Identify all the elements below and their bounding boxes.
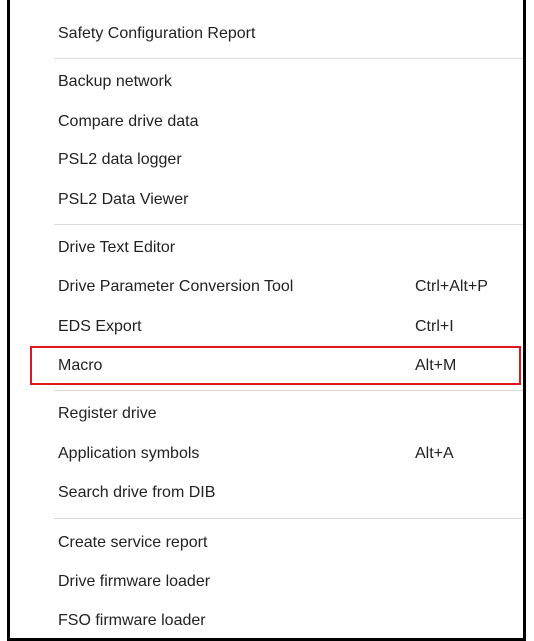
menu-item-shortcut: Ctrl+I <box>415 318 454 335</box>
menu-item-drive-parameter-conversion-tool[interactable]: Drive Parameter Conversion Tool Ctrl+Alt… <box>10 268 523 306</box>
menu-item-psl2-data-viewer[interactable]: PSL2 Data Viewer <box>10 181 523 219</box>
menu-item-label: Register drive <box>58 405 157 422</box>
menu-item-compare-drive-data[interactable]: Compare drive data <box>10 103 523 141</box>
menu-item-label: Safety Configuration Report <box>58 25 256 42</box>
menu-item-label: Compare drive data <box>58 113 199 130</box>
menu-separator <box>54 224 523 225</box>
menu-item-fso-firmware-loader[interactable]: FSO firmware loader <box>10 602 523 638</box>
menu-item-application-symbols[interactable]: Application symbols Alt+A <box>10 435 523 473</box>
menu-separator <box>54 390 523 391</box>
menu-item-drive-text-editor[interactable]: Drive Text Editor <box>10 229 523 267</box>
menu-item-safety-configuration-report[interactable]: Safety Configuration Report <box>10 15 523 53</box>
tools-context-menu: Safety Configuration Report Backup netwo… <box>7 0 526 641</box>
menu-item-label: Macro <box>58 357 103 374</box>
menu-item-psl2-data-logger[interactable]: PSL2 data logger <box>10 141 523 179</box>
menu-item-label: Drive Text Editor <box>58 239 176 256</box>
menu-item-label: PSL2 Data Viewer <box>58 191 189 208</box>
menu-item-eds-export[interactable]: EDS Export Ctrl+I <box>10 308 523 346</box>
menu-separator <box>54 518 523 519</box>
menu-item-shortcut: Ctrl+Alt+P <box>415 278 488 295</box>
menu-item-label: Application symbols <box>58 445 200 462</box>
menu-item-label: Drive firmware loader <box>58 573 211 590</box>
menu-item-create-service-report[interactable]: Create service report <box>10 524 523 562</box>
menu-item-backup-network[interactable]: Backup network <box>10 63 523 101</box>
menu-item-label: Create service report <box>58 534 208 551</box>
menu-item-shortcut: Alt+A <box>415 445 454 462</box>
menu-item-label: Drive Parameter Conversion Tool <box>58 278 294 295</box>
menu-item-label: PSL2 data logger <box>58 151 182 168</box>
menu-item-label: Search drive from DIB <box>58 484 216 501</box>
menu-item-register-drive[interactable]: Register drive <box>10 395 523 433</box>
menu-item-search-drive-from-dib[interactable]: Search drive from DIB <box>10 474 523 512</box>
menu-separator <box>54 58 523 59</box>
menu-item-shortcut: Alt+M <box>415 357 457 374</box>
menu-item-label: Backup network <box>58 73 172 90</box>
menu-item-macro[interactable]: Macro Alt+M <box>10 347 523 385</box>
menu-item-drive-firmware-loader[interactable]: Drive firmware loader <box>10 563 523 601</box>
menu-item-label: FSO firmware loader <box>58 612 206 629</box>
menu-item-label: EDS Export <box>58 318 142 335</box>
